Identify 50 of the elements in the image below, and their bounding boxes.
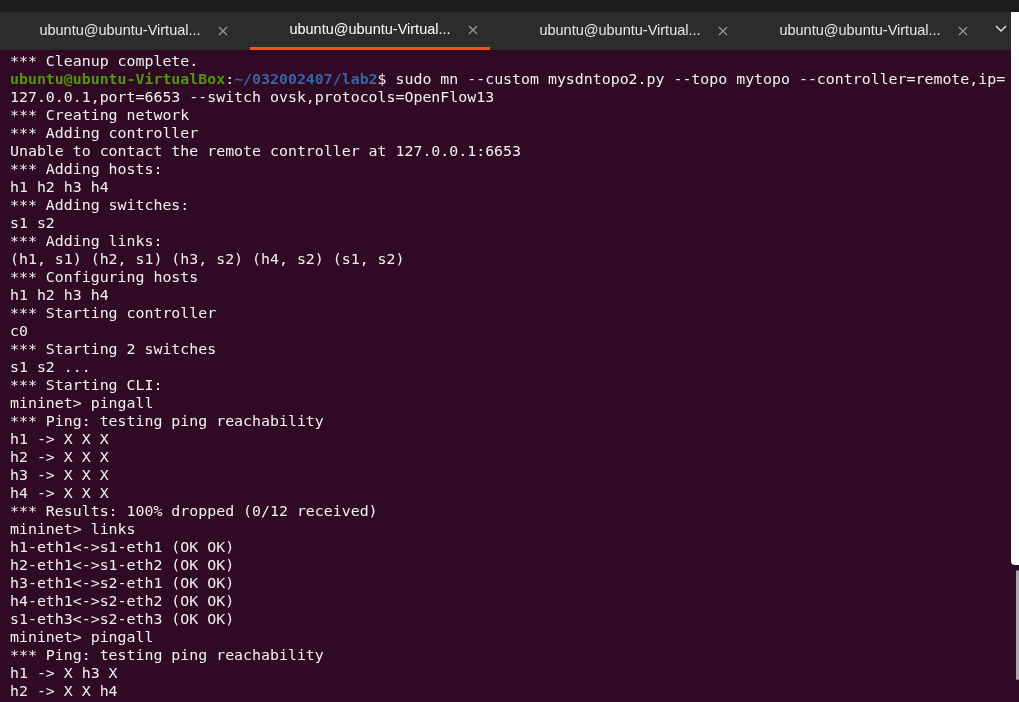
- chevron-down-icon[interactable]: [995, 25, 1007, 33]
- terminal-line: h1 -> X h3 X: [10, 664, 119, 682]
- terminal-line: h2 -> X X X: [10, 448, 110, 466]
- terminal-line: Unable to contact the remote controller at 127.0.0.1:6653: [10, 142, 522, 160]
- tab-label: ubuntu@ubuntu-Virtual...: [779, 21, 941, 41]
- terminal-line: *** Adding controller: [10, 124, 200, 142]
- tab-label: ubuntu@ubuntu-Virtual...: [539, 21, 701, 41]
- tab-label: ubuntu@ubuntu-Virtual...: [289, 19, 451, 39]
- terminal-line: ubuntu@ubuntu-VirtualBox:~/032002407/lab2$ sudo mn --custom mysdntopo2.py --topo mytopo --controller=remote,ip=: [10, 70, 1007, 88]
- tab-label: ubuntu@ubuntu-Virtual...: [39, 21, 201, 41]
- tab[interactable]: ubuntu@ubuntu-Virtual...: [0, 12, 240, 50]
- terminal-line: *** Results: 100% dropped (0/12 received): [10, 502, 379, 520]
- terminal-line: c0: [10, 322, 29, 340]
- terminal-line: s1 s2 ...: [10, 358, 92, 376]
- terminal-line: h2 -> X X h4: [10, 682, 119, 700]
- terminal-line: *** Ping: testing ping reachability: [10, 646, 325, 664]
- terminal-line: (h1, s1) (h2, s1) (h3, s2) (h4, s2) (s1, s2): [10, 250, 406, 268]
- terminal-line: s1-eth3<->s2-eth3 (OK OK): [10, 610, 236, 628]
- terminal-line: h1 h2 h3 h4: [10, 286, 110, 304]
- terminal-line: *** Starting CLI:: [10, 376, 164, 394]
- terminal-line: h4-eth1<->s2-eth2 (OK OK): [10, 592, 236, 610]
- terminal-line: *** Adding hosts:: [10, 160, 164, 178]
- terminal-line: h4 -> X X X: [10, 484, 110, 502]
- terminal-line: *** Ping: testing ping reachability: [10, 412, 325, 430]
- terminal-line: *** Adding switches:: [10, 196, 191, 214]
- tab[interactable]: ubuntu@ubuntu-Virtual...: [250, 12, 490, 50]
- terminal-line: mininet> pingall: [10, 628, 155, 646]
- close-icon[interactable]: [468, 24, 478, 35]
- close-icon[interactable]: [218, 26, 228, 36]
- terminal-line: h1 -> X X X: [10, 430, 110, 448]
- terminal-line: s1 s2: [10, 214, 56, 232]
- terminal-line: *** Configuring hosts: [10, 268, 200, 286]
- terminal-line: *** Cleanup complete.: [10, 52, 200, 70]
- terminal-line: 127.0.0.1,port=6653 --switch ovsk,protocols=OpenFlow13: [10, 88, 496, 106]
- scrollbar[interactable]: [1016, 570, 1019, 680]
- close-icon[interactable]: [718, 26, 728, 36]
- terminal-line: h1-eth1<->s1-eth1 (OK OK): [10, 538, 236, 556]
- terminal-line: *** Starting controller: [10, 304, 218, 322]
- terminal-line: *** Creating network: [10, 106, 191, 124]
- tab[interactable]: ubuntu@ubuntu-Virtual...: [740, 12, 980, 50]
- terminal-line: h2-eth1<->s1-eth2 (OK OK): [10, 556, 236, 574]
- terminal-line: h1 h2 h3 h4: [10, 178, 110, 196]
- terminal-line: h3 -> X X X: [10, 466, 110, 484]
- terminal-line: mininet> pingall: [10, 394, 155, 412]
- terminal-line: h3-eth1<->s2-eth1 (OK OK): [10, 574, 236, 592]
- terminal-line: *** Adding links:: [10, 232, 164, 250]
- tab[interactable]: ubuntu@ubuntu-Virtual...: [500, 12, 740, 50]
- terminal-line: mininet> links: [10, 520, 137, 538]
- close-icon[interactable]: [958, 26, 968, 36]
- terminal-line: *** Starting 2 switches: [10, 340, 218, 358]
